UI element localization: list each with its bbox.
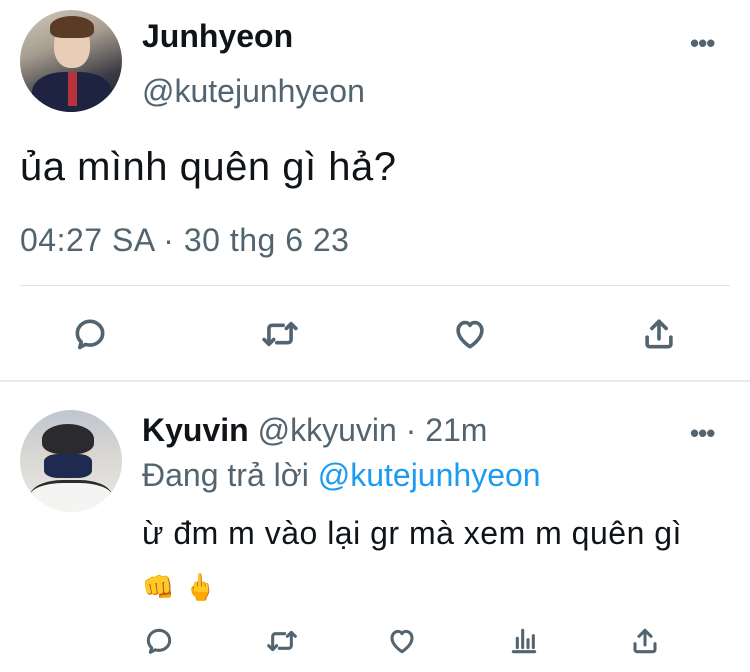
share-button[interactable] <box>639 314 679 354</box>
avatar-body <box>30 480 112 512</box>
like-button[interactable] <box>449 314 491 354</box>
reply-handle[interactable]: @kkyuvin <box>258 412 397 448</box>
retweet-icon <box>262 321 298 347</box>
avatar-tie <box>68 72 77 106</box>
replying-mention[interactable]: @kutejunhyeon <box>318 457 541 493</box>
reply-views-button[interactable] <box>507 624 541 658</box>
replying-to: Đang trả lời @kutejunhyeon <box>142 457 541 494</box>
like-icon <box>390 629 414 654</box>
avatar-hair <box>42 424 94 454</box>
reply-retweet-button[interactable] <box>263 624 301 658</box>
main-tweet: Junhyeon @kutejunhyeon ••• ủa mình quên … <box>0 0 750 380</box>
tweet-separator <box>0 380 750 382</box>
views-icon <box>511 628 537 654</box>
reply-button[interactable] <box>70 314 110 354</box>
timestamp[interactable]: 04:27 SA · 30 thg 6 23 <box>20 222 349 259</box>
avatar-hair <box>50 16 94 38</box>
avatar[interactable] <box>20 10 122 112</box>
reply-display-name[interactable]: Kyuvin <box>142 412 249 448</box>
like-icon <box>456 320 484 349</box>
reply-more-options-icon[interactable]: ••• <box>690 418 715 449</box>
handle[interactable]: @kutejunhyeon <box>142 73 365 110</box>
reply-header: Kyuvin @kkyuvin · 21m <box>142 412 487 449</box>
share-icon <box>633 628 657 654</box>
reply-text-body: ừ đm m vào lại gr mà xem m quên gì <box>142 515 682 551</box>
replying-prefix: Đang trả lời <box>142 457 318 493</box>
retweet-button[interactable] <box>258 314 302 354</box>
middle-finger-emoji: 🖕 <box>184 572 218 602</box>
divider <box>20 285 730 286</box>
reply-time[interactable]: · 21m <box>397 412 488 448</box>
reply-like-button[interactable] <box>384 624 420 658</box>
avatar-mask <box>44 454 92 478</box>
share-icon <box>645 319 673 349</box>
reply-icon <box>146 628 172 654</box>
retweet-icon <box>267 630 297 652</box>
reply-text: ừ đm m vào lại gr mà xem m quên gì 👊 🖕 <box>142 507 712 613</box>
reply-reply-button[interactable] <box>142 624 176 658</box>
more-options-icon[interactable]: ••• <box>690 28 715 59</box>
reply-avatar[interactable] <box>20 410 122 512</box>
fist-emoji: 👊 <box>142 572 175 602</box>
reply-icon <box>75 319 105 350</box>
display-name[interactable]: Junhyeon <box>142 18 293 55</box>
reply-share-button[interactable] <box>628 624 662 658</box>
tweet-text: ủa mình quên gì hả? <box>20 145 397 189</box>
